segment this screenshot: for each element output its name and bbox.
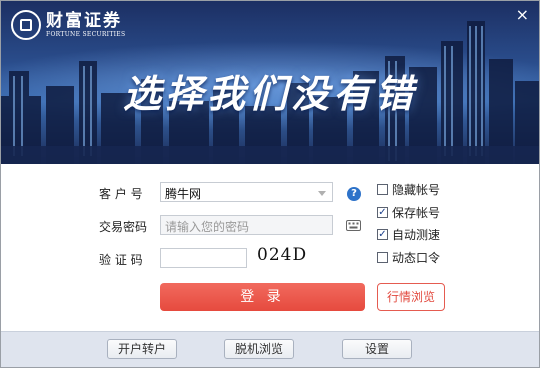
brand-name-cn: 财富证券 [46, 10, 122, 31]
banner-slogan: 选择我们没有错 [122, 72, 417, 116]
close-button[interactable]: × [516, 7, 529, 23]
login-button[interactable]: 登 录 [160, 283, 365, 311]
account-label: 客 户 号 [99, 187, 143, 201]
open-account-button[interactable]: 开户转户 [107, 339, 177, 359]
option-auto-speed-test[interactable]: ✓ 自动测速 [377, 226, 440, 243]
checkbox-save-account[interactable]: ✓ [377, 207, 388, 218]
option-label: 自动测速 [392, 228, 441, 242]
password-label: 交易密码 [99, 220, 148, 234]
captcha-label: 验 证 码 [99, 253, 143, 267]
soft-keyboard-icon[interactable] [346, 219, 361, 231]
account-select[interactable]: 腾牛网 [160, 182, 333, 202]
login-window: 选择我们没有错 财富证券 FORTUNE SECURITIES × 客 户 号 … [0, 0, 540, 368]
chevron-down-icon[interactable] [318, 191, 326, 196]
option-label: 动态口令 [392, 251, 441, 265]
option-label: 保存帐号 [392, 206, 441, 220]
bottom-toolbar: 开户转户 脱机浏览 设置 [1, 331, 539, 367]
captcha-image[interactable]: 024D [257, 245, 307, 265]
checkbox-hide-account[interactable] [377, 184, 388, 195]
option-label: 隐藏帐号 [392, 183, 441, 197]
help-icon[interactable]: ? [347, 187, 361, 201]
brand-logo: 财富证券 FORTUNE SECURITIES [11, 10, 125, 40]
quote-browse-button[interactable]: 行情浏览 [377, 283, 445, 311]
option-hide-account[interactable]: 隐藏帐号 [377, 181, 440, 198]
checkbox-dynamic-password[interactable] [377, 252, 388, 263]
logo-emblem-icon [11, 10, 41, 40]
checkmark-icon: ✓ [378, 228, 387, 240]
checkmark-icon: ✓ [378, 206, 387, 218]
password-placeholder: 请输入您的密码 [165, 220, 250, 234]
brand-name-en: FORTUNE SECURITIES [46, 30, 126, 38]
checkbox-auto-speed-test[interactable]: ✓ [377, 229, 388, 240]
banner: 选择我们没有错 财富证券 FORTUNE SECURITIES × [1, 1, 539, 164]
logo-text: 财富证券 FORTUNE SECURITIES [46, 12, 125, 39]
password-field[interactable]: 请输入您的密码 [160, 215, 333, 235]
option-dynamic-password[interactable]: 动态口令 [377, 249, 440, 266]
captcha-input[interactable] [160, 248, 247, 268]
option-save-account[interactable]: ✓ 保存帐号 [377, 204, 440, 221]
account-value: 腾牛网 [165, 187, 202, 201]
offline-browse-button[interactable]: 脱机浏览 [224, 339, 294, 359]
settings-button[interactable]: 设置 [342, 339, 412, 359]
